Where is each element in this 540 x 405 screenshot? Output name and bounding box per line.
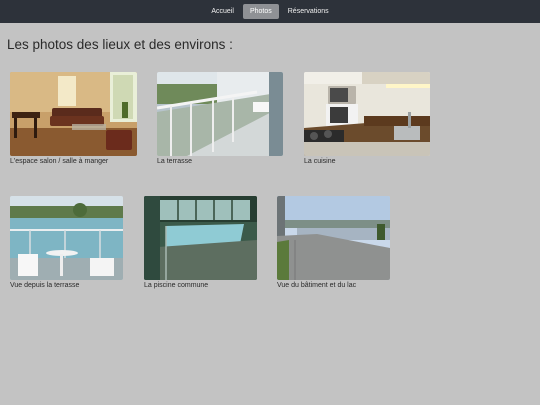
photo-card-living-room: L'espace salon / salle à manger <box>10 72 137 165</box>
top-navbar: Accueil Photos Réservations <box>0 0 540 23</box>
photo-card-terrace: La terrasse <box>157 72 283 165</box>
photo-card-building-lake: Vue du bâtiment et du lac <box>277 196 390 289</box>
photo-kitchen[interactable] <box>304 72 430 156</box>
photo-terrace[interactable] <box>157 72 283 156</box>
photo-view-from-terrace[interactable] <box>10 196 123 280</box>
photo-shared-pool[interactable] <box>144 196 257 280</box>
photo-caption: Vue du bâtiment et du lac <box>277 282 357 289</box>
photo-caption: La cuisine <box>304 158 336 165</box>
photo-caption: La terrasse <box>157 158 193 165</box>
photo-caption: L'espace salon / salle à manger <box>10 158 109 165</box>
photo-building-and-lake[interactable] <box>277 196 390 280</box>
nav-item-photos[interactable]: Photos <box>242 4 279 19</box>
photo-caption: Vue depuis la terrasse <box>10 282 80 289</box>
nav-item-accueil[interactable]: Accueil <box>204 0 241 23</box>
photo-card-pool: La piscine commune <box>144 196 257 289</box>
photo-card-view-terrace: Vue depuis la terrasse <box>10 196 123 289</box>
nav-item-reservations[interactable]: Réservations <box>281 0 336 23</box>
page-title: Les photos des lieux et des environs : <box>7 37 233 52</box>
photo-living-room[interactable] <box>10 72 137 156</box>
photo-card-kitchen: La cuisine <box>304 72 430 165</box>
photo-caption: La piscine commune <box>144 282 209 289</box>
